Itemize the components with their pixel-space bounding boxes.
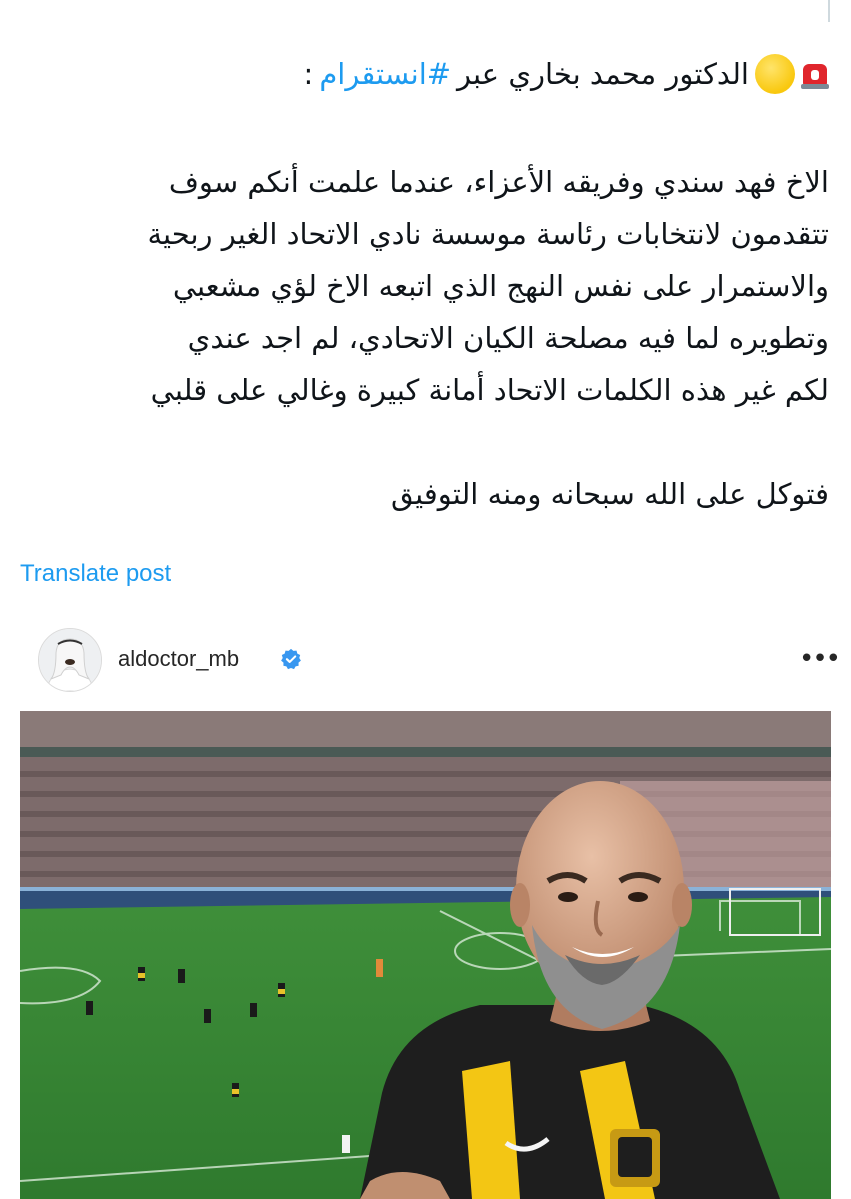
avatar-image xyxy=(39,629,101,691)
more-options-icon[interactable]: ••• xyxy=(799,644,841,674)
hashtag-link[interactable]: #انستقرام xyxy=(319,48,451,100)
instagram-embed-header: aldoctor_mb ••• xyxy=(38,628,841,692)
siren-emoji-icon xyxy=(801,60,829,89)
translate-post-link[interactable]: Translate post xyxy=(20,560,171,588)
paragraph-line: لكم غير هذه الكلمات الاتحاد أمانة كبيرة … xyxy=(150,373,829,407)
paragraph-line: تتقدمون لانتخابات رئاسة موسسة نادي الاتح… xyxy=(147,217,829,251)
paragraph-line: الاخ فهد سندي وفريقه الأعزاء، عندما علمت… xyxy=(168,165,829,199)
closing-line: فتوكل على الله سبحانه ومنه التوفيق xyxy=(390,477,829,511)
post-photo[interactable] xyxy=(20,711,831,1199)
avatar[interactable] xyxy=(38,628,102,692)
instagram-username[interactable]: aldoctor_mb xyxy=(118,646,239,672)
yellow-circle-emoji-icon xyxy=(755,54,795,94)
heading-prefix: الدكتور محمد بخاري عبر xyxy=(457,57,749,91)
verified-badge-icon xyxy=(281,648,301,670)
top-divider xyxy=(828,0,830,22)
heading-suffix: : xyxy=(303,57,314,91)
post-heading: الدكتور محمد بخاري عبر #انستقرام: xyxy=(19,44,829,104)
paragraph-line: والاستمرار على نفس النهج الذي اتبعه الاخ… xyxy=(172,269,829,303)
post-text: الدكتور محمد بخاري عبر #انستقرام: الاخ ف… xyxy=(19,44,829,520)
paragraph-line: وتطويره لما فيه مصلحة الكيان الاتحادي، ل… xyxy=(187,321,829,355)
stadium-selfie-image xyxy=(20,711,831,1199)
